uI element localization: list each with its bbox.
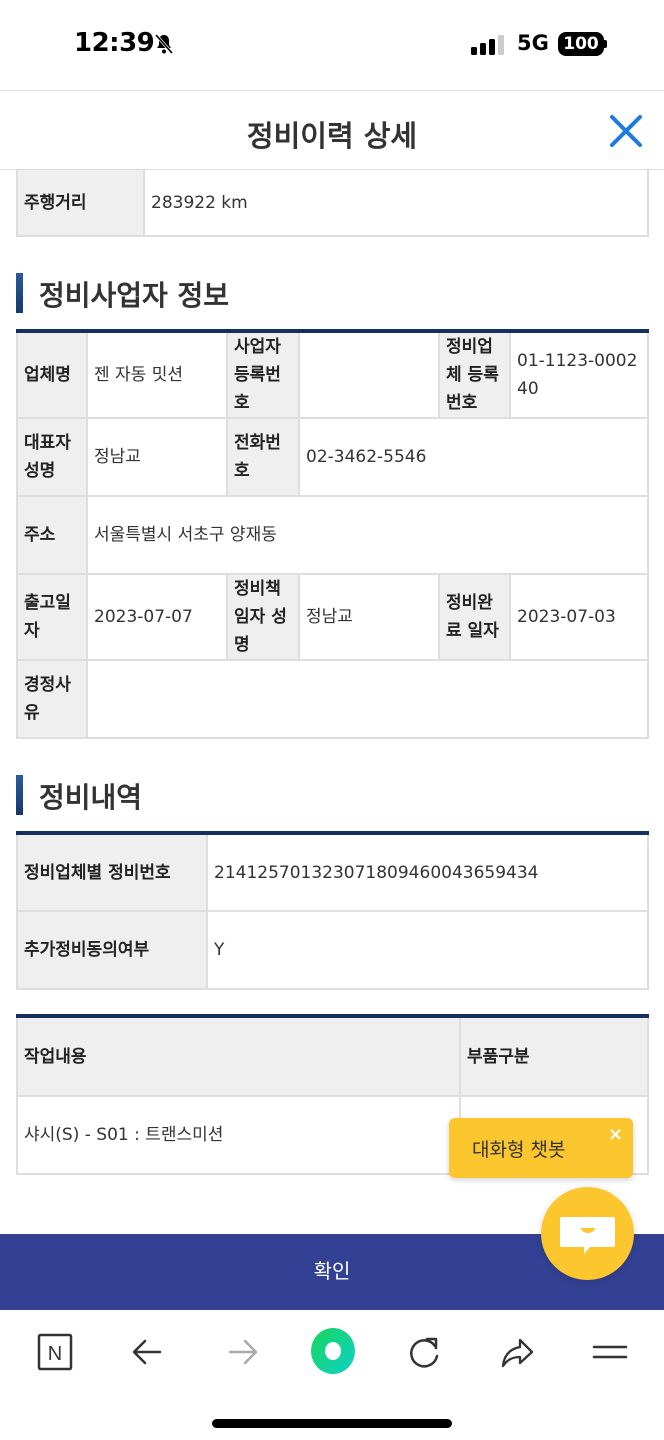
battery-tip: [604, 40, 607, 48]
table-row: 정비업체별 정비번호 21412570132307180946004365943…: [16, 832, 649, 912]
table-header-row: 작업내용 부품구분: [16, 1015, 649, 1097]
table-row: 업체명 젠 자동 밋션 사업자 등록번호 정비업체 등록번호 01-1123-0…: [16, 330, 649, 419]
mileage-label: 주행거리: [16, 170, 145, 237]
page-header: 정비이력 상세: [0, 90, 664, 170]
manager-label: 정비책임자 성명: [226, 573, 300, 661]
business-info-table: 업체명 젠 자동 밋션 사업자 등록번호 정비업체 등록번호 01-1123-0…: [16, 329, 649, 739]
chatbot-tooltip-close-icon[interactable]: ×: [608, 1124, 623, 1145]
address-value: 서울특별시 서초구 양재동: [86, 495, 649, 575]
extra-consent-value: Y: [206, 910, 649, 990]
minor-reason-value: [86, 659, 649, 739]
work-content-cell: 샤시(S) - S01 : 트랜스미션: [16, 1095, 461, 1175]
shop-reg-no-value: 01-1123-000240: [509, 330, 649, 419]
status-bar: 12:39 5G 100: [0, 0, 664, 90]
section-bar: [16, 775, 23, 815]
table-row: 주소 서울특별시 서초구 양재동: [16, 495, 649, 575]
table-row: 추가정비동의여부 Y: [16, 910, 649, 990]
service-no-label: 정비업체별 정비번호: [16, 832, 208, 912]
chatbot-tooltip-label: 대화형 챗봇: [472, 1139, 566, 1161]
release-date-value: 2023-07-07: [86, 573, 228, 661]
release-date-label: 출고일자: [16, 573, 88, 661]
bell-slash-icon: [154, 34, 174, 54]
complete-date-label: 정비완료 일자: [438, 573, 511, 661]
rep-name-label: 대표자 성명: [16, 417, 88, 497]
biz-reg-no-value: [298, 330, 440, 419]
close-icon[interactable]: [606, 111, 646, 151]
company-name-label: 업체명: [16, 330, 88, 419]
biz-reg-no-label: 사업자 등록번호: [226, 330, 300, 419]
chat-bubble-icon: [560, 1217, 615, 1254]
network-type: 5G: [517, 31, 549, 55]
minor-reason-label: 경정사유: [16, 659, 88, 739]
phone-value: 02-3462-5546: [298, 417, 649, 497]
chatbot-button[interactable]: [541, 1187, 634, 1280]
table-row: 주행거리 283922 km: [16, 170, 649, 237]
status-time: 12:39: [74, 28, 155, 58]
section-business-title: 정비사업자 정보: [16, 271, 649, 313]
back-arrow-icon[interactable]: [126, 1330, 170, 1374]
home-indicator[interactable]: [212, 1419, 452, 1428]
share-icon[interactable]: [496, 1330, 540, 1374]
shop-reg-no-label: 정비업체 등록번호: [438, 330, 511, 419]
column-header: 부품구분: [459, 1015, 649, 1097]
section-bar: [16, 273, 23, 313]
company-name-value: 젠 자동 밋션: [86, 330, 228, 419]
section-heading: 정비사업자 정보: [39, 279, 230, 312]
extra-consent-label: 추가정비동의여부: [16, 910, 208, 990]
page-title: 정비이력 상세: [246, 119, 418, 153]
battery-icon: 100: [558, 32, 604, 56]
naver-n-icon[interactable]: N: [35, 1330, 79, 1374]
signal-icon: [471, 35, 504, 55]
green-dot-icon[interactable]: [308, 1324, 358, 1378]
section-history-title: 정비내역: [16, 773, 649, 815]
rep-name-value: 정남교: [86, 417, 228, 497]
table-row: 출고일자 2023-07-07 정비책임자 성명 정남교 정비완료 일자 202…: [16, 573, 649, 661]
chatbot-tooltip[interactable]: 대화형 챗봇 ×: [449, 1118, 633, 1178]
phone-label: 전화번호: [226, 417, 300, 497]
mileage-table: 주행거리 283922 km: [16, 170, 649, 237]
forward-arrow-icon[interactable]: [220, 1330, 264, 1374]
column-header: 작업내용: [16, 1015, 461, 1097]
svg-text:N: N: [48, 1343, 62, 1365]
service-history-table: 정비업체별 정비번호 21412570132307180946004365943…: [16, 831, 649, 990]
section-heading: 정비내역: [39, 781, 143, 814]
mileage-value: 283922 km: [143, 170, 649, 237]
reload-icon[interactable]: [402, 1330, 446, 1374]
complete-date-value: 2023-07-03: [509, 573, 649, 661]
table-row: 대표자 성명 정남교 전화번호 02-3462-5546: [16, 417, 649, 497]
service-no-value: 214125701323071809460043659434: [206, 832, 649, 912]
content: 주행거리 283922 km 정비사업자 정보 업체명 젠 자동 밋션 사업자 …: [16, 170, 649, 1175]
address-label: 주소: [16, 495, 88, 575]
menu-icon[interactable]: [588, 1330, 632, 1374]
table-row: 경정사유: [16, 659, 649, 739]
manager-value: 정남교: [298, 573, 440, 661]
